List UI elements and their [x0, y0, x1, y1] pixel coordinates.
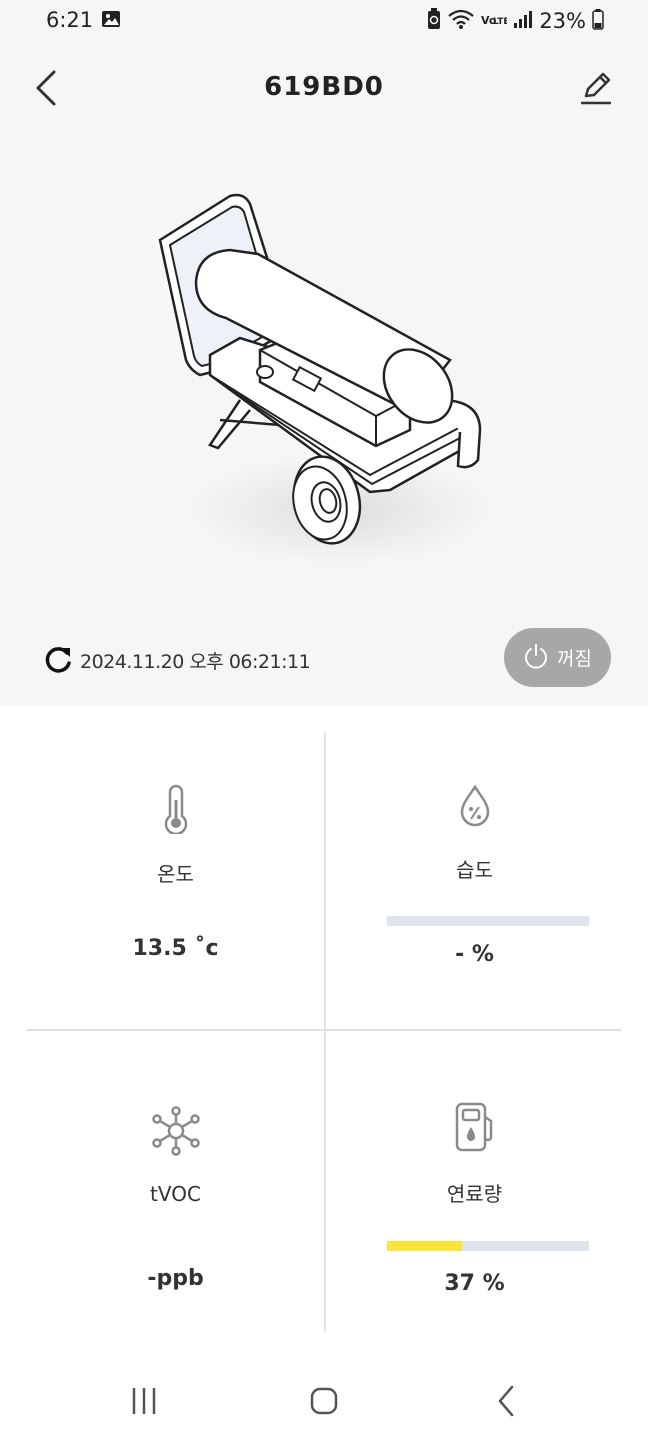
refresh-icon[interactable] [42, 644, 74, 676]
humidity-card: 습도 - % [326, 732, 623, 1029]
humidity-level-bar [387, 916, 589, 926]
humidity-drop-icon [458, 784, 492, 832]
back-icon [496, 1385, 516, 1421]
humidity-value: - % [455, 942, 494, 967]
last-updated-timestamp: 2024.11.20 오후 06:21:11 [80, 650, 311, 673]
fuel-level-bar [387, 1241, 589, 1251]
oil-heater-illustration [140, 170, 520, 570]
tvoc-value: -ppb [147, 1266, 204, 1291]
signal-icon [513, 8, 533, 34]
battery-percent: 23% [539, 9, 586, 33]
sensor-grid: 온도 13.5 ˚c 습도 - % tVOC -ppb 연료량 37 % [27, 732, 621, 1332]
power-toggle-button[interactable]: 꺼짐 [504, 628, 611, 687]
temperature-card: 온도 13.5 ˚c [27, 732, 324, 1029]
edit-button[interactable] [574, 68, 618, 112]
pencil-icon [578, 70, 614, 110]
power-state-label: 꺼짐 [557, 648, 592, 670]
status-icons: Vo LTE 23% [427, 6, 604, 36]
recent-apps-button[interactable] [114, 1378, 174, 1428]
home-icon [309, 1386, 339, 1420]
system-nav-bar [0, 1360, 648, 1445]
battery-icon [592, 8, 604, 34]
home-button[interactable] [294, 1378, 354, 1428]
wifi-icon [447, 8, 475, 34]
status-bar: 6:21 Vo LTE 23% [0, 0, 648, 44]
thermometer-icon [161, 784, 191, 838]
tvoc-label: tVOC [150, 1182, 201, 1206]
tvoc-card: tVOC -ppb [27, 1031, 324, 1328]
fuel-label: 연료량 [446, 1182, 503, 1206]
fuel-level-fill [387, 1241, 462, 1251]
gallery-icon [101, 10, 121, 28]
svg-text:LTE: LTE [493, 17, 507, 27]
fuel-pump-icon [453, 1101, 497, 1157]
status-time: 6:21 [46, 8, 94, 32]
nav-back-button[interactable] [476, 1378, 536, 1428]
app-header: 619BD0 [0, 56, 648, 122]
recent-apps-icon [129, 1386, 159, 1420]
page-title: 619BD0 [264, 72, 384, 102]
fuel-value: 37 % [444, 1271, 505, 1296]
volte-icon: Vo LTE [481, 8, 510, 34]
humidity-label: 습도 [456, 858, 493, 882]
power-icon [523, 643, 549, 673]
battery-saver-icon [427, 8, 441, 34]
temperature-label: 온도 [157, 862, 194, 886]
temperature-value: 13.5 ˚c [132, 936, 219, 961]
molecule-icon [150, 1105, 202, 1161]
fuel-card: 연료량 37 % [326, 1031, 623, 1328]
last-updated-row: 2024.11.20 오후 06:21:11 [42, 640, 311, 680]
